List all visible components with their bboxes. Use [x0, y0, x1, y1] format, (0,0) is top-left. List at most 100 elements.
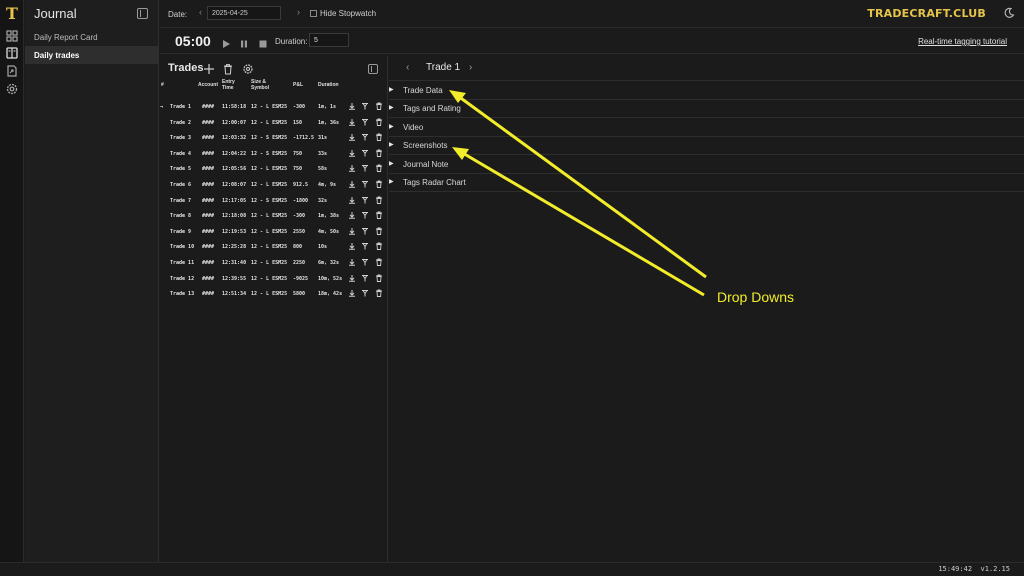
delete-trade-icon[interactable]: [375, 274, 383, 282]
sidebar-item-daily-report-card[interactable]: Daily Report Card: [25, 28, 158, 46]
trade-account: ####: [202, 135, 215, 142]
section-screenshots[interactable]: ▶ Screenshots: [389, 137, 1024, 155]
delete-trades-icon[interactable]: [222, 62, 234, 75]
play-icon[interactable]: [221, 36, 231, 48]
brand-name[interactable]: TRADECRAFT.CLUB: [867, 7, 986, 20]
trade-row[interactable]: Trade 2 #### 12:00:07 12 - L ESM25 150 1m, 36…: [160, 115, 388, 130]
delete-trade-icon[interactable]: [375, 211, 383, 220]
trade-row[interactable]: Trade 6 #### 12:08:07 12 - L ESM25 912.5 4m, …: [160, 177, 388, 192]
filter-icon[interactable]: [361, 274, 369, 282]
trade-duration: 10s: [318, 244, 328, 251]
next-date-icon[interactable]: ›: [297, 7, 300, 17]
section-tags-radar-chart[interactable]: ▶ Tags Radar Chart: [389, 174, 1024, 192]
trade-row[interactable]: Trade 7 #### 12:17:05 12 - S ESM25 -1800 32s: [160, 193, 388, 208]
delete-trade-icon[interactable]: [375, 196, 383, 204]
trade-row[interactable]: Trade 4 #### 12:04:22 12 - S ESM25 750 33s: [160, 146, 388, 161]
download-icon[interactable]: [348, 289, 356, 297]
filter-icon[interactable]: [361, 180, 369, 188]
download-icon[interactable]: [348, 242, 356, 251]
filter-icon[interactable]: [361, 258, 369, 266]
tutorial-link[interactable]: Real-time tagging tutorial: [918, 37, 1007, 46]
download-icon[interactable]: [348, 133, 356, 141]
filter-icon[interactable]: [361, 118, 369, 126]
trade-row[interactable]: Trade 10 #### 12:25:28 12 - L ESM25 800 10s: [160, 239, 388, 254]
download-icon[interactable]: [348, 274, 356, 282]
filter-icon[interactable]: [361, 242, 369, 250]
prev-date-icon[interactable]: ‹: [199, 7, 202, 17]
trade-row[interactable]: → Trade 1 #### 11:58:18 12 - L ESM25 -300 1m, …: [160, 99, 388, 114]
delete-trade-icon[interactable]: [375, 242, 383, 251]
expand-triangle-icon[interactable]: ▶: [389, 160, 394, 167]
download-icon[interactable]: [348, 164, 356, 173]
trade-name: Trade 1: [170, 104, 192, 110]
tradecraft-logo-icon[interactable]: T: [3, 5, 21, 23]
expand-triangle-icon[interactable]: ▶: [389, 141, 394, 148]
trade-pnl: 5800: [293, 291, 306, 298]
trades-settings-icon[interactable]: [242, 62, 254, 74]
section-video[interactable]: ▶ Video: [389, 119, 1024, 137]
download-icon[interactable]: [348, 211, 356, 219]
toggle-trades-panel-icon[interactable]: [368, 64, 378, 74]
expand-triangle-icon[interactable]: ▶: [389, 86, 394, 93]
delete-trade-icon[interactable]: [375, 102, 383, 110]
filter-icon[interactable]: [361, 164, 369, 172]
dark-mode-moon-icon[interactable]: [1003, 6, 1015, 18]
filter-icon[interactable]: [361, 102, 369, 110]
delete-trade-icon[interactable]: [375, 180, 383, 188]
section-journal-note[interactable]: ▶ Journal Note: [389, 156, 1024, 174]
trade-row[interactable]: Trade 12 #### 12:39:55 12 - L ESM25 -9025 10m…: [160, 271, 388, 286]
download-icon[interactable]: [348, 102, 356, 110]
sidebar-item-daily-trades[interactable]: Daily trades: [25, 46, 158, 64]
date-input[interactable]: 2025-04-25: [207, 6, 281, 20]
journal-title: Journal: [34, 6, 77, 21]
trade-pnl: 150: [293, 119, 303, 126]
download-icon[interactable]: [348, 258, 356, 266]
download-icon[interactable]: [348, 149, 356, 157]
hide-stopwatch-toggle[interactable]: Hide Stopwatch: [310, 9, 376, 18]
download-icon[interactable]: [348, 196, 356, 204]
trade-entry-time: 12:03:32: [222, 135, 247, 142]
download-icon[interactable]: [348, 227, 356, 235]
add-trade-icon[interactable]: [203, 62, 215, 74]
delete-trade-icon[interactable]: [375, 149, 383, 157]
trade-row[interactable]: Trade 11 #### 12:31:40 12 - L ESM25 2250 6m, …: [160, 255, 388, 270]
collapse-sidebar-icon[interactable]: [137, 8, 148, 19]
trade-row[interactable]: Trade 8 #### 12:18:08 12 - L ESM25 -300 1m, 3…: [160, 208, 388, 223]
delete-trade-icon[interactable]: [375, 258, 383, 266]
download-icon[interactable]: [348, 118, 356, 126]
filter-icon[interactable]: [361, 133, 369, 141]
delete-trade-icon[interactable]: [375, 118, 383, 126]
checkbox-icon[interactable]: [310, 10, 317, 17]
delete-trade-icon[interactable]: [375, 227, 383, 235]
trade-entry-time: 12:18:08: [222, 213, 247, 220]
delete-trade-icon[interactable]: [375, 289, 383, 298]
prev-trade-icon[interactable]: ‹: [406, 62, 409, 73]
delete-trade-icon[interactable]: [375, 133, 383, 142]
download-icon[interactable]: [348, 180, 356, 188]
trade-duration: 18m, 42s: [318, 291, 343, 298]
trade-row[interactable]: Trade 5 #### 12:05:56 12 - L ESM25 750 58s: [160, 161, 388, 176]
export-file-icon[interactable]: [5, 64, 19, 78]
trade-row[interactable]: Trade 9 #### 12:19:53 12 - L ESM25 2550 4m, 5…: [160, 224, 388, 239]
filter-icon[interactable]: [361, 227, 369, 235]
delete-trade-icon[interactable]: [375, 164, 383, 173]
filter-icon[interactable]: [361, 149, 369, 157]
settings-gear-icon[interactable]: [5, 82, 19, 96]
section-trade-data[interactable]: ▶ Trade Data: [389, 82, 1024, 100]
dashboard-icon[interactable]: [5, 29, 19, 43]
stopwatch-time: 05:00: [175, 33, 211, 49]
filter-icon[interactable]: [361, 211, 369, 219]
trade-row[interactable]: Trade 3 #### 12:03:32 12 - S ESM25 -1712.5 31…: [160, 130, 388, 145]
trade-row[interactable]: Trade 13 #### 12:51:34 12 - L ESM25 5800 18m,…: [160, 286, 388, 301]
stop-icon[interactable]: [258, 36, 268, 48]
pause-icon[interactable]: [239, 36, 249, 48]
journal-book-icon[interactable]: [5, 46, 19, 60]
filter-icon[interactable]: [361, 289, 369, 297]
next-trade-icon[interactable]: ›: [469, 62, 472, 73]
duration-input[interactable]: 5: [309, 33, 349, 47]
filter-icon[interactable]: [361, 196, 369, 204]
expand-triangle-icon[interactable]: ▶: [389, 178, 394, 185]
expand-triangle-icon[interactable]: ▶: [389, 123, 394, 130]
section-tags-and-rating[interactable]: ▶ Tags and Rating: [389, 100, 1024, 118]
expand-triangle-icon[interactable]: ▶: [389, 104, 394, 111]
